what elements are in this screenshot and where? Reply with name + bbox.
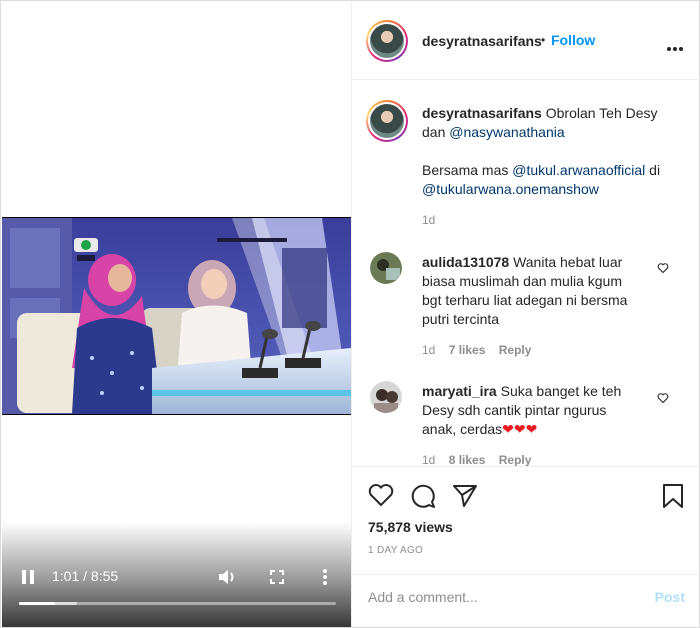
comment-avatar[interactable]	[370, 252, 402, 284]
comments-list: desyratnasarifans Obrolan Teh Desy dan @…	[352, 81, 700, 466]
caption-text: desyratnasarifans Obrolan Teh Desy dan @…	[422, 104, 687, 199]
comment-line: putri tercinta	[422, 311, 500, 327]
mention-tukul-arwanaofficial[interactable]: @tukul.arwanaofficial	[512, 162, 645, 178]
caption-word-di: di	[649, 162, 661, 178]
caption-avatar[interactable]	[366, 100, 408, 142]
post-window: 1:01 / 8:55 desyratnasarifans • Follow d…	[0, 0, 700, 628]
comment-likes[interactable]: 7 likes	[449, 343, 486, 357]
comment-line: Wanita hebat luar	[513, 254, 623, 270]
caption-line-1: Obrolan Teh Desy	[545, 105, 658, 121]
mention-tukularwana-onemanshow[interactable]: @tukularwana.onemanshow	[422, 181, 599, 197]
comment-meta: 1d 7 likes Reply	[422, 343, 541, 357]
post-button[interactable]: Post	[655, 589, 685, 605]
comment-icon[interactable]	[410, 483, 436, 509]
video-time: 1:01 / 8:55	[52, 568, 119, 584]
follow-button[interactable]: Follow	[551, 32, 595, 48]
caption-time: 1d	[422, 213, 436, 227]
post-header: desyratnasarifans • Follow	[352, 2, 700, 80]
post-age: 1 DAY AGO	[368, 545, 424, 556]
video-still	[2, 218, 351, 414]
comment-line: bgt terharu liat adegan ni bersma	[422, 292, 628, 308]
comment-text: maryati_ira Suka banget ke teh Desy sdh …	[422, 382, 662, 439]
comment-time: 1d	[422, 343, 436, 357]
comment-line: Desy sdh cantik pintar ngurus	[422, 402, 607, 418]
comment-time: 1d	[422, 453, 436, 466]
add-comment-bar: Add a comment... Post	[352, 574, 700, 627]
comment-meta: 1d 8 likes Reply	[422, 453, 541, 466]
comment-username[interactable]: maryati_ira	[422, 383, 497, 399]
caption-username[interactable]: desyratnasarifans	[422, 105, 542, 121]
video-player[interactable]: 1:01 / 8:55	[2, 2, 351, 627]
avatar[interactable]	[366, 20, 408, 62]
heart-icon[interactable]	[657, 261, 669, 274]
header-separator: •	[541, 33, 546, 47]
view-count[interactable]: 75,878 views	[368, 519, 453, 535]
comment-likes[interactable]: 8 likes	[449, 453, 486, 466]
comment-input[interactable]: Add a comment...	[368, 589, 478, 605]
more-horizontal-icon[interactable]	[666, 39, 684, 51]
video-progress-bar[interactable]	[19, 602, 336, 605]
video-controls: 1:01 / 8:55	[2, 562, 351, 592]
share-icon[interactable]	[452, 483, 478, 509]
heart-icon[interactable]	[368, 483, 394, 507]
heart-icon[interactable]	[657, 391, 669, 404]
reply-button[interactable]: Reply	[499, 453, 532, 466]
bookmark-icon[interactable]	[662, 483, 684, 509]
comment-line: anak, cerdas	[422, 421, 503, 437]
fullscreen-icon[interactable]	[268, 568, 286, 586]
pause-icon[interactable]	[20, 568, 36, 586]
post-actions: 75,878 views 1 DAY AGO	[352, 466, 700, 574]
caption-line-3: Bersama mas	[422, 162, 509, 178]
comment-text: aulida131078 Wanita hebat luar biasa mus…	[422, 253, 662, 329]
reply-button[interactable]: Reply	[499, 343, 532, 357]
comment-line: Suka banget ke teh	[500, 383, 622, 399]
comment-line: biasa muslimah dan mulia kgum	[422, 273, 622, 289]
volume-icon[interactable]	[218, 567, 238, 587]
post-details: desyratnasarifans • Follow desyratnasari…	[351, 2, 700, 627]
comment-username[interactable]: aulida131078	[422, 254, 509, 270]
video-bottom-edge	[2, 414, 351, 415]
video-frame[interactable]	[2, 218, 351, 414]
comment-avatar[interactable]	[370, 381, 402, 413]
mention-nasywanathania[interactable]: @nasywanathania	[449, 124, 564, 140]
video-progress-fill	[19, 602, 55, 605]
heart-emoji: ❤❤❤	[502, 421, 538, 437]
more-vertical-icon[interactable]	[319, 567, 331, 587]
caption-word-dan: dan	[422, 124, 446, 140]
header-username[interactable]: desyratnasarifans	[422, 33, 542, 49]
